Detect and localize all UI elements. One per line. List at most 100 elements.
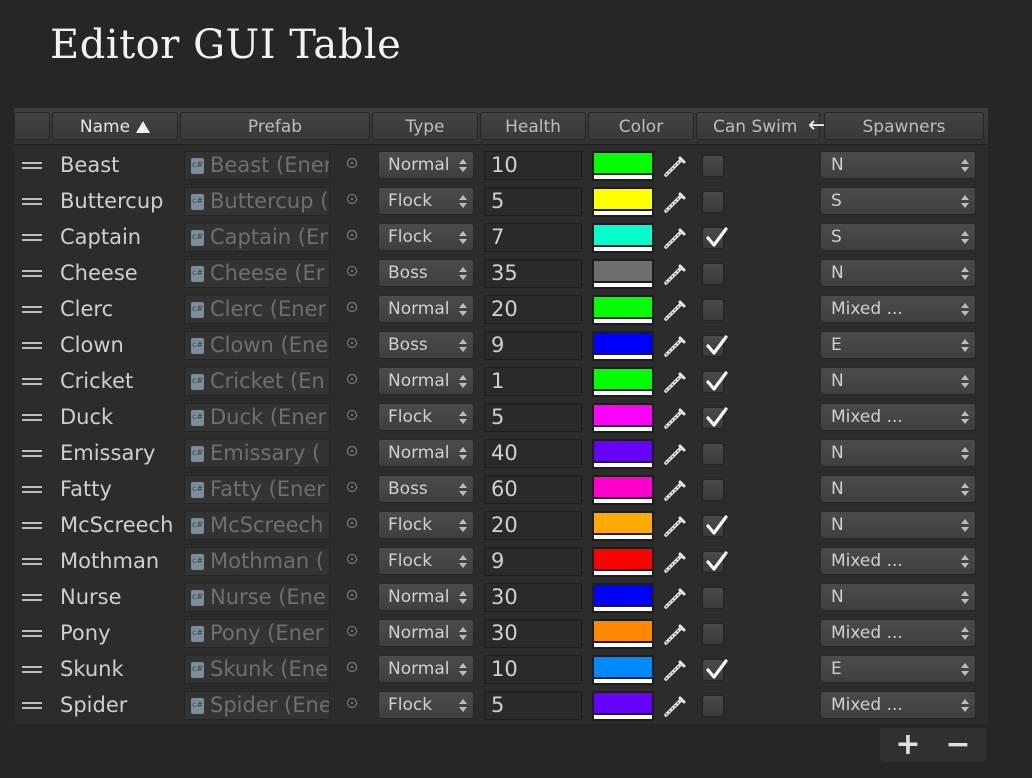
spawners-dropdown[interactable]: S bbox=[820, 187, 976, 215]
eyedropper-icon[interactable] bbox=[662, 153, 688, 179]
health-field[interactable]: 5 bbox=[484, 187, 582, 216]
can-swim-checkbox[interactable] bbox=[702, 443, 724, 465]
table-row[interactable]: Captain Captain (Er Flock 7 S bbox=[14, 220, 988, 256]
remove-row-button[interactable]: − bbox=[938, 728, 978, 762]
table-row[interactable]: Beast Beast (Ener Normal 10 N bbox=[14, 148, 988, 184]
column-header-health[interactable]: Health bbox=[480, 112, 586, 140]
color-swatch[interactable] bbox=[592, 259, 654, 289]
eyedropper-icon[interactable] bbox=[662, 189, 688, 215]
eyedropper-icon[interactable] bbox=[662, 549, 688, 575]
table-row[interactable]: Fatty Fatty (Ener Boss 60 N bbox=[14, 472, 988, 508]
spawners-dropdown[interactable]: N bbox=[820, 151, 976, 179]
can-swim-checkbox[interactable] bbox=[702, 299, 724, 321]
type-dropdown[interactable]: Normal bbox=[378, 655, 474, 683]
prefab-field[interactable]: Nurse (Ene bbox=[184, 583, 330, 612]
color-swatch[interactable] bbox=[592, 547, 654, 577]
type-dropdown[interactable]: Flock bbox=[378, 547, 474, 575]
can-swim-checkbox[interactable] bbox=[702, 191, 724, 213]
type-dropdown[interactable]: Boss bbox=[378, 475, 474, 503]
color-swatch[interactable] bbox=[592, 439, 654, 469]
table-row[interactable]: Duck Duck (Ener Flock 5 Mixed ... bbox=[14, 400, 988, 436]
object-picker-icon[interactable] bbox=[347, 374, 357, 384]
type-dropdown[interactable]: Boss bbox=[378, 331, 474, 359]
health-field[interactable]: 5 bbox=[484, 403, 582, 432]
spawners-dropdown[interactable]: Mixed ... bbox=[820, 403, 976, 431]
row-name[interactable]: Beast bbox=[60, 148, 119, 184]
object-picker-icon[interactable] bbox=[347, 446, 357, 456]
can-swim-checkbox[interactable] bbox=[702, 263, 724, 285]
spawners-dropdown[interactable]: E bbox=[820, 331, 976, 359]
health-field[interactable]: 40 bbox=[484, 439, 582, 468]
eyedropper-icon[interactable] bbox=[662, 477, 688, 503]
column-header-color[interactable]: Color bbox=[588, 112, 694, 140]
type-dropdown[interactable]: Normal bbox=[378, 151, 474, 179]
row-name[interactable]: Nurse bbox=[60, 580, 122, 616]
can-swim-checkbox[interactable] bbox=[702, 623, 724, 645]
type-dropdown[interactable]: Flock bbox=[378, 511, 474, 539]
table-row[interactable]: Mothman Mothman ( Flock 9 Mixed ... bbox=[14, 544, 988, 580]
health-field[interactable]: 1 bbox=[484, 367, 582, 396]
drag-handle-icon[interactable] bbox=[22, 666, 42, 675]
health-field[interactable]: 9 bbox=[484, 547, 582, 576]
color-swatch[interactable] bbox=[592, 475, 654, 505]
color-swatch[interactable] bbox=[592, 655, 654, 685]
row-name[interactable]: Pony bbox=[60, 616, 111, 652]
eyedropper-icon[interactable] bbox=[662, 405, 688, 431]
row-name[interactable]: Duck bbox=[60, 400, 113, 436]
health-field[interactable]: 30 bbox=[484, 619, 582, 648]
type-dropdown[interactable]: Normal bbox=[378, 367, 474, 395]
type-dropdown[interactable]: Flock bbox=[378, 187, 474, 215]
table-row[interactable]: Cheese Cheese (Er Boss 35 N bbox=[14, 256, 988, 292]
object-picker-icon[interactable] bbox=[347, 194, 357, 204]
spawners-dropdown[interactable]: Mixed ... bbox=[820, 691, 976, 719]
type-dropdown[interactable]: Flock bbox=[378, 223, 474, 251]
prefab-field[interactable]: Mothman ( bbox=[184, 547, 330, 576]
prefab-field[interactable]: Beast (Ener bbox=[184, 151, 330, 180]
color-swatch[interactable] bbox=[592, 511, 654, 541]
row-name[interactable]: Fatty bbox=[60, 472, 112, 508]
eyedropper-icon[interactable] bbox=[662, 441, 688, 467]
health-field[interactable]: 10 bbox=[484, 655, 582, 684]
add-row-button[interactable]: + bbox=[888, 728, 928, 762]
drag-handle-icon[interactable] bbox=[22, 450, 42, 459]
drag-handle-icon[interactable] bbox=[22, 270, 42, 279]
health-field[interactable]: 60 bbox=[484, 475, 582, 504]
health-field[interactable]: 30 bbox=[484, 583, 582, 612]
health-field[interactable]: 7 bbox=[484, 223, 582, 252]
object-picker-icon[interactable] bbox=[347, 158, 357, 168]
prefab-field[interactable]: Duck (Ener bbox=[184, 403, 330, 432]
can-swim-checkbox[interactable] bbox=[702, 587, 724, 609]
row-name[interactable]: Clown bbox=[60, 328, 124, 364]
spawners-dropdown[interactable]: N bbox=[820, 511, 976, 539]
spawners-dropdown[interactable]: E bbox=[820, 655, 976, 683]
color-swatch[interactable] bbox=[592, 583, 654, 613]
can-swim-checkbox[interactable] bbox=[702, 695, 724, 717]
drag-handle-icon[interactable] bbox=[22, 486, 42, 495]
prefab-field[interactable]: McScreech bbox=[184, 511, 330, 540]
type-dropdown[interactable]: Normal bbox=[378, 439, 474, 467]
prefab-field[interactable]: Clerc (Ener bbox=[184, 295, 330, 324]
color-swatch[interactable] bbox=[592, 295, 654, 325]
table-row[interactable]: Nurse Nurse (Ene Normal 30 N bbox=[14, 580, 988, 616]
spawners-dropdown[interactable]: Mixed ... bbox=[820, 547, 976, 575]
column-header-name[interactable]: Name bbox=[52, 112, 178, 140]
color-swatch[interactable] bbox=[592, 331, 654, 361]
table-row[interactable]: Clown Clown (Ene Boss 9 E bbox=[14, 328, 988, 364]
eyedropper-icon[interactable] bbox=[662, 369, 688, 395]
row-name[interactable]: McScreech bbox=[60, 508, 173, 544]
can-swim-checkbox[interactable] bbox=[702, 551, 728, 573]
prefab-field[interactable]: Cricket (En bbox=[184, 367, 330, 396]
object-picker-icon[interactable] bbox=[347, 518, 357, 528]
can-swim-checkbox[interactable] bbox=[702, 371, 728, 393]
can-swim-checkbox[interactable] bbox=[702, 155, 724, 177]
prefab-field[interactable]: Cheese (Er bbox=[184, 259, 330, 288]
row-name[interactable]: Buttercup bbox=[60, 184, 163, 220]
object-picker-icon[interactable] bbox=[347, 410, 357, 420]
object-picker-icon[interactable] bbox=[347, 230, 357, 240]
health-field[interactable]: 20 bbox=[484, 511, 582, 540]
object-picker-icon[interactable] bbox=[347, 338, 357, 348]
health-field[interactable]: 10 bbox=[484, 151, 582, 180]
object-picker-icon[interactable] bbox=[347, 662, 357, 672]
drag-handle-icon[interactable] bbox=[22, 522, 42, 531]
type-dropdown[interactable]: Normal bbox=[378, 619, 474, 647]
